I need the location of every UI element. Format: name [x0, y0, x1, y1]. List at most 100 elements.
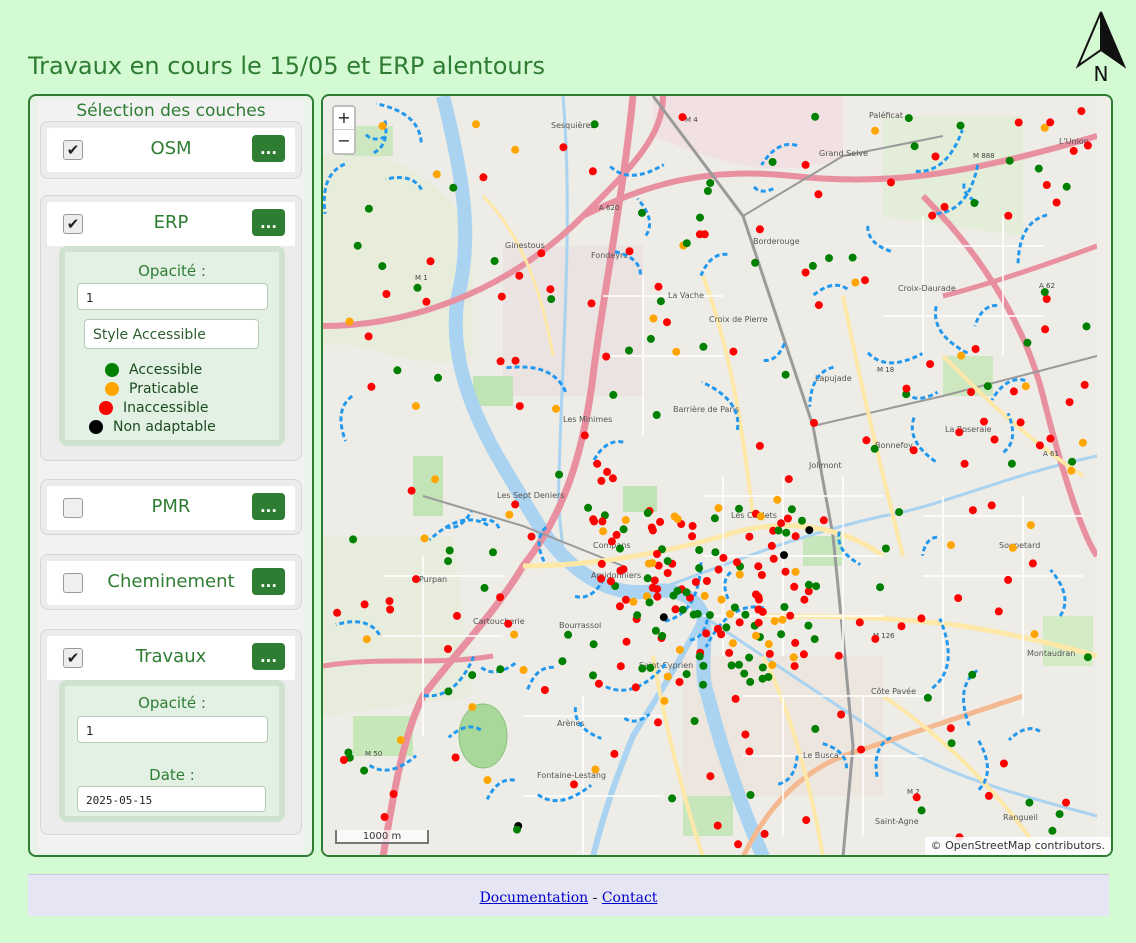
erp-marker[interactable] [804, 621, 813, 630]
erp-marker[interactable] [699, 680, 708, 689]
erp-marker[interactable] [887, 178, 895, 187]
erp-marker[interactable] [819, 516, 828, 525]
travaux-opacity-input[interactable]: 1 [77, 716, 268, 743]
erp-marker[interactable] [570, 780, 578, 789]
erp-marker[interactable] [588, 167, 597, 176]
erp-options-button[interactable]: ... [252, 209, 285, 236]
erp-marker[interactable] [652, 411, 661, 419]
erp-marker[interactable] [752, 631, 760, 640]
erp-marker[interactable] [717, 595, 726, 604]
erp-marker[interactable] [814, 301, 823, 310]
erp-marker[interactable] [1042, 295, 1051, 303]
erp-marker[interactable] [758, 663, 767, 672]
erp-marker[interactable] [851, 278, 860, 287]
erp-marker[interactable] [1046, 118, 1055, 127]
erp-marker[interactable] [654, 282, 663, 291]
erp-marker[interactable] [947, 739, 956, 748]
erp-marker[interactable] [650, 576, 659, 585]
erp-marker[interactable] [751, 258, 760, 267]
erp-marker[interactable] [1083, 141, 1092, 150]
erp-marker[interactable] [881, 544, 890, 553]
erp-marker[interactable] [511, 356, 520, 365]
erp-marker[interactable] [597, 559, 606, 568]
erp-marker[interactable] [616, 662, 625, 671]
erp-marker[interactable] [643, 509, 652, 517]
erp-marker[interactable] [848, 253, 857, 262]
erp-marker[interactable] [770, 617, 779, 626]
erp-marker[interactable] [690, 717, 699, 725]
erp-marker[interactable] [645, 598, 654, 607]
erp-marker[interactable] [711, 548, 720, 557]
erp-marker[interactable] [1025, 798, 1034, 807]
erp-marker[interactable] [999, 759, 1008, 768]
erp-marker[interactable] [980, 417, 988, 426]
erp-marker[interactable] [444, 557, 453, 566]
erp-marker[interactable] [810, 418, 818, 427]
erp-marker[interactable] [767, 541, 776, 550]
erp-marker[interactable] [619, 525, 628, 534]
erp-marker[interactable] [810, 635, 819, 644]
erp-marker[interactable] [555, 470, 564, 479]
erp-marker[interactable] [663, 569, 672, 577]
erp-marker[interactable] [449, 183, 458, 192]
erp-marker[interactable] [643, 574, 652, 583]
erp-marker[interactable] [931, 152, 940, 161]
erp-marker[interactable] [897, 622, 906, 631]
erp-marker[interactable] [870, 444, 879, 453]
erp-marker[interactable] [1007, 459, 1016, 468]
erp-marker[interactable] [589, 640, 598, 649]
erp-marker[interactable] [726, 610, 734, 619]
erp-marker[interactable] [673, 586, 682, 595]
erp-marker[interactable] [714, 504, 723, 513]
erp-marker[interactable] [769, 554, 778, 563]
erp-marker[interactable] [364, 332, 373, 341]
erp-marker[interactable] [658, 632, 667, 640]
erp-marker[interactable] [808, 261, 817, 270]
travaux-options-button[interactable]: ... [252, 643, 285, 670]
erp-marker[interactable] [497, 292, 506, 301]
erp-marker[interactable] [756, 512, 765, 521]
erp-marker[interactable] [564, 630, 573, 639]
erp-marker[interactable] [515, 271, 524, 280]
erp-marker[interactable] [745, 747, 754, 756]
erp-marker[interactable] [451, 753, 460, 762]
erp-marker[interactable] [955, 428, 964, 437]
erp-marker[interactable] [729, 347, 738, 356]
erp-marker[interactable] [735, 570, 744, 579]
erp-marker[interactable] [510, 630, 519, 639]
erp-marker[interactable] [612, 530, 621, 539]
erp-marker[interactable] [804, 580, 813, 589]
erp-marker[interactable] [407, 486, 416, 495]
erp-marker[interactable] [638, 664, 647, 673]
erp-marker[interactable] [599, 527, 608, 536]
erp-marker[interactable] [580, 431, 589, 440]
erp-marker[interactable] [663, 318, 671, 327]
erp-marker[interactable] [385, 597, 394, 606]
erp-marker[interactable] [702, 577, 711, 585]
erp-marker[interactable] [781, 370, 790, 379]
erp-checkbox[interactable]: ✔ [63, 214, 83, 234]
erp-marker[interactable] [765, 649, 774, 658]
erp-marker[interactable] [682, 588, 691, 597]
erp-marker[interactable] [910, 142, 919, 151]
erp-marker[interactable] [648, 559, 657, 568]
erp-marker[interactable] [638, 208, 646, 217]
erp-marker[interactable] [746, 677, 755, 686]
erp-marker[interactable] [653, 592, 662, 601]
erp-marker[interactable] [745, 532, 754, 541]
erp-marker[interactable] [434, 373, 442, 382]
erp-marker[interactable] [453, 611, 461, 620]
erp-marker[interactable] [682, 670, 691, 679]
erp-marker[interactable] [696, 213, 704, 222]
erp-marker[interactable] [598, 517, 607, 526]
erp-marker[interactable] [432, 170, 441, 179]
erp-marker[interactable] [895, 508, 904, 517]
erp-marker[interactable] [1023, 338, 1032, 347]
erp-marker[interactable] [781, 567, 790, 576]
erp-marker[interactable] [678, 605, 687, 614]
erp-marker[interactable] [362, 635, 371, 644]
erp-marker[interactable] [837, 710, 846, 719]
erp-marker[interactable] [700, 591, 709, 600]
erp-marker[interactable] [619, 565, 628, 574]
erp-marker[interactable] [607, 537, 616, 546]
